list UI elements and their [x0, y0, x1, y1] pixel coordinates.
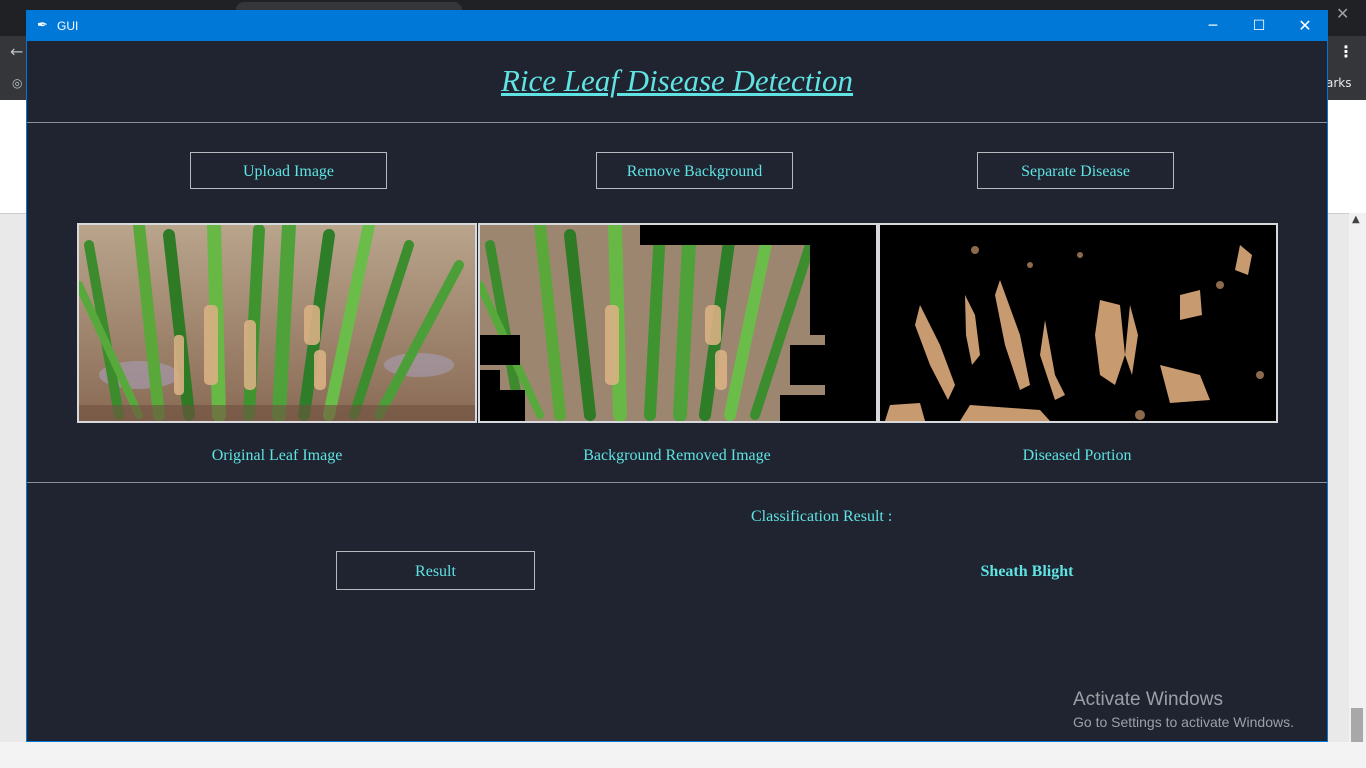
- page-title: Rice Leaf Disease Detection: [500, 63, 854, 98]
- diseased-portion-caption: Diseased Portion: [1022, 447, 1132, 464]
- maximize-button[interactable]: ☐: [1236, 11, 1282, 41]
- taskbar-strip: [0, 742, 1366, 768]
- diseased-portion-image: [878, 223, 1278, 423]
- classification-result-value: Sheath Blight: [980, 563, 1074, 580]
- gui-window: ✒ GUI ─ ☐ ✕ Rice Leaf Disease Detection …: [26, 10, 1328, 742]
- divider: [27, 482, 1327, 483]
- window-title: GUI: [57, 19, 79, 33]
- arrow-left-icon[interactable]: ←: [10, 42, 23, 61]
- minimize-button[interactable]: ─: [1190, 11, 1236, 41]
- title-bar[interactable]: ✒ GUI ─ ☐ ✕: [27, 11, 1327, 41]
- watermark-title: Activate Windows: [1073, 689, 1223, 710]
- extension-icon[interactable]: ◎: [12, 76, 22, 90]
- upload-image-button[interactable]: Upload Image: [190, 152, 387, 189]
- activate-windows-watermark: Activate Windows Go to Settings to activ…: [1073, 689, 1294, 730]
- result-button[interactable]: Result: [336, 551, 535, 590]
- original-leaf-image: [77, 223, 477, 423]
- browser-close-icon[interactable]: ✕: [1336, 4, 1349, 23]
- remove-background-button[interactable]: Remove Background: [596, 152, 793, 189]
- original-image-caption: Original Leaf Image: [211, 447, 343, 464]
- classification-result-label: Classification Result :: [751, 508, 893, 525]
- bookmarks-label[interactable]: arks: [1326, 76, 1352, 90]
- divider: [27, 122, 1327, 123]
- close-button[interactable]: ✕: [1282, 11, 1328, 41]
- scroll-up-icon[interactable]: ▲: [1352, 214, 1360, 225]
- background-removed-caption: Background Removed Image: [583, 447, 771, 464]
- feather-icon: ✒: [37, 17, 48, 32]
- separate-disease-button[interactable]: Separate Disease: [977, 152, 1174, 189]
- watermark-subtitle: Go to Settings to activate Windows.: [1073, 714, 1294, 730]
- background-removed-image: [478, 223, 878, 423]
- kebab-menu-icon[interactable]: ⋮: [1338, 42, 1354, 61]
- page-scrollbar[interactable]: [1349, 213, 1366, 768]
